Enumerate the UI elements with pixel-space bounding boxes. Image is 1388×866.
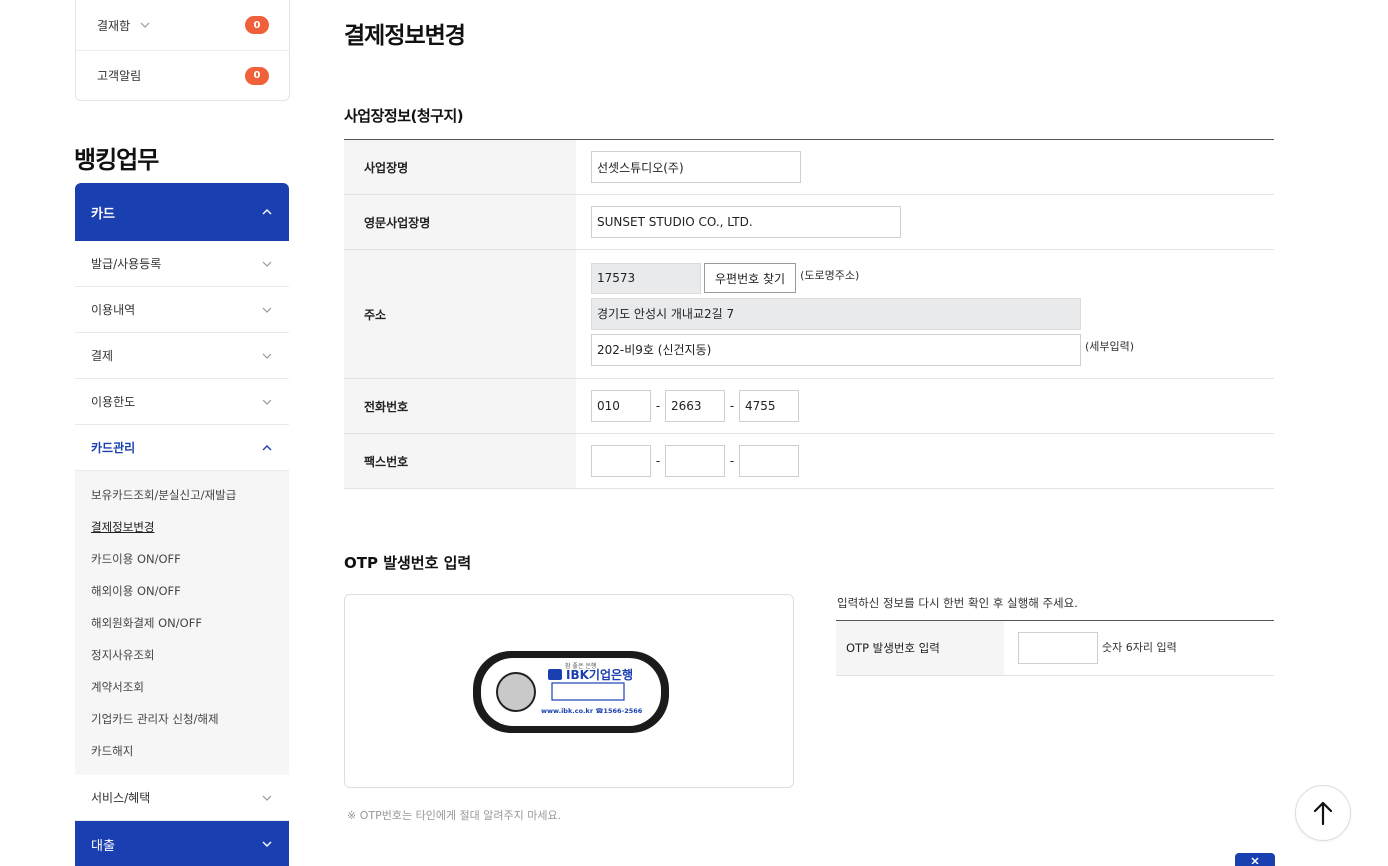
- collapse-button[interactable]: [1235, 853, 1275, 866]
- postcode-search-button[interactable]: 우편번호 찾기: [704, 263, 797, 293]
- card-management-submenu: 보유카드조회/분실신고/재발급 결제정보변경 카드이용 ON/OFF 해외이용 …: [75, 471, 289, 775]
- business-name-label: 사업장명: [344, 140, 576, 194]
- fax2-input[interactable]: [665, 445, 725, 477]
- count-badge: 0: [245, 16, 269, 34]
- phone3-input[interactable]: 4755: [739, 390, 799, 422]
- phone2-input[interactable]: 2663: [665, 390, 725, 422]
- address1-input[interactable]: 경기도 안성시 개내교2길 7: [591, 297, 1081, 330]
- dash: -: [729, 454, 735, 468]
- row-fax: 팩스번호 - -: [344, 434, 1274, 489]
- menu-item-limit[interactable]: 이용한도: [75, 379, 289, 425]
- otp-input-table: OTP 발생번호 입력 숫자 6자리 입력: [836, 620, 1274, 676]
- english-name-input[interactable]: SUNSET STUDIO CO., LTD.: [591, 206, 901, 238]
- sidebar-menu: 카드 발급/사용등록 이용내역 결제 이용한도 카드관리 보유카드조회/분실신고…: [75, 183, 289, 866]
- otp-section-title: OTP 발생번호 입력: [344, 554, 472, 572]
- menu-item-issue[interactable]: 발급/사용등록: [75, 241, 289, 287]
- english-name-label: 영문사업장명: [344, 195, 576, 249]
- fax-label: 팩스번호: [344, 434, 576, 488]
- submenu-item[interactable]: 기업카드 관리자 신청/해제: [75, 703, 289, 735]
- otp-input-hint: 숫자 6자리 입력: [1102, 641, 1177, 654]
- arrow-up-icon: [1313, 801, 1333, 826]
- menu-item-service[interactable]: 서비스/혜택: [75, 775, 289, 821]
- otp-guide-text: 입력하신 정보를 다시 한번 확인 후 실행해 주세요.: [837, 596, 1078, 610]
- detail-input-hint: (세부입력): [1085, 339, 1135, 353]
- road-address-hint: (도로명주소): [800, 268, 860, 282]
- banking-section-title: 뱅킹업무: [74, 146, 159, 174]
- close-icon: [1251, 856, 1259, 864]
- chevron-down-icon: [262, 399, 272, 405]
- menu-item-payment[interactable]: 결제: [75, 333, 289, 379]
- phone-label: 전화번호: [344, 379, 576, 433]
- submenu-item[interactable]: 해외이용 ON/OFF: [75, 575, 289, 607]
- otp-device-url: www.ibk.co.kr ☎1566-2566: [541, 707, 643, 715]
- business-info-title: 사업장정보(청구지): [344, 107, 464, 125]
- submenu-item[interactable]: 보유카드조회/분실신고/재발급: [75, 479, 289, 511]
- phone1-input[interactable]: 010: [591, 390, 651, 422]
- scroll-top-button[interactable]: [1295, 785, 1351, 841]
- menu-item-card-management[interactable]: 카드관리: [75, 425, 289, 471]
- submenu-item[interactable]: 해외원화결제 ON/OFF: [75, 607, 289, 639]
- page-title: 결제정보변경: [344, 23, 466, 49]
- otp-warning-note: ※ OTP번호는 타인에게 절대 알려주지 마세요.: [347, 809, 562, 822]
- fax3-input[interactable]: [739, 445, 799, 477]
- dash: -: [729, 399, 735, 413]
- business-name-input[interactable]: 선셋스튜디오(주): [591, 151, 801, 183]
- menu-loan[interactable]: 대출: [75, 821, 289, 866]
- submenu-item[interactable]: 정지사유조회: [75, 639, 289, 671]
- row-english-name: 영문사업장명 SUNSET STUDIO CO., LTD.: [344, 195, 1274, 250]
- chevron-down-icon: [262, 353, 272, 359]
- chevron-up-icon: [262, 444, 272, 450]
- row-address: 주소 17573 우편번호 찾기 (도로명주소) 경기도 안성시 개내교2길 7…: [344, 250, 1274, 379]
- otp-input-label: OTP 발생번호 입력: [836, 621, 1004, 675]
- chevron-down-icon: [262, 261, 272, 267]
- approval-box-item[interactable]: 결재함 0: [76, 0, 289, 50]
- dash: -: [655, 454, 661, 468]
- postcode-input[interactable]: 17573: [591, 262, 701, 294]
- chevron-down-icon: [262, 841, 272, 847]
- menu-item-history[interactable]: 이용내역: [75, 287, 289, 333]
- submenu-item[interactable]: 카드이용 ON/OFF: [75, 543, 289, 575]
- business-info-table: 사업장명 선셋스튜디오(주) 영문사업장명 SUNSET STUDIO CO.,…: [344, 139, 1274, 489]
- chevron-down-icon: [140, 22, 150, 28]
- chevron-down-icon: [262, 307, 272, 313]
- customer-alert-item[interactable]: 고객알림 0: [76, 50, 289, 100]
- count-badge: 0: [245, 66, 269, 85]
- address-label: 주소: [344, 250, 576, 378]
- chevron-up-icon: [262, 209, 272, 215]
- otp-device-brand: IBK기업은행: [566, 668, 634, 682]
- address2-input[interactable]: 202-비9호 (신건지동): [591, 333, 1081, 366]
- submenu-item[interactable]: 카드해지: [75, 735, 289, 767]
- dash: -: [655, 399, 661, 413]
- notification-box: 결재함 0 고객알림 0: [75, 0, 290, 101]
- row-business-name: 사업장명 선셋스튜디오(주): [344, 140, 1274, 195]
- chevron-down-icon: [262, 795, 272, 801]
- menu-card[interactable]: 카드: [75, 183, 289, 241]
- fax1-input[interactable]: [591, 445, 651, 477]
- submenu-item-current[interactable]: 결제정보변경: [75, 511, 289, 543]
- row-phone: 전화번호 010 - 2663 - 4755: [344, 379, 1274, 434]
- otp-input[interactable]: [1018, 632, 1098, 664]
- submenu-item[interactable]: 계약서조회: [75, 671, 289, 703]
- otp-image-box: 참 좋은 은행 IBK기업은행 www.ibk.co.kr ☎1566-2566: [344, 594, 794, 788]
